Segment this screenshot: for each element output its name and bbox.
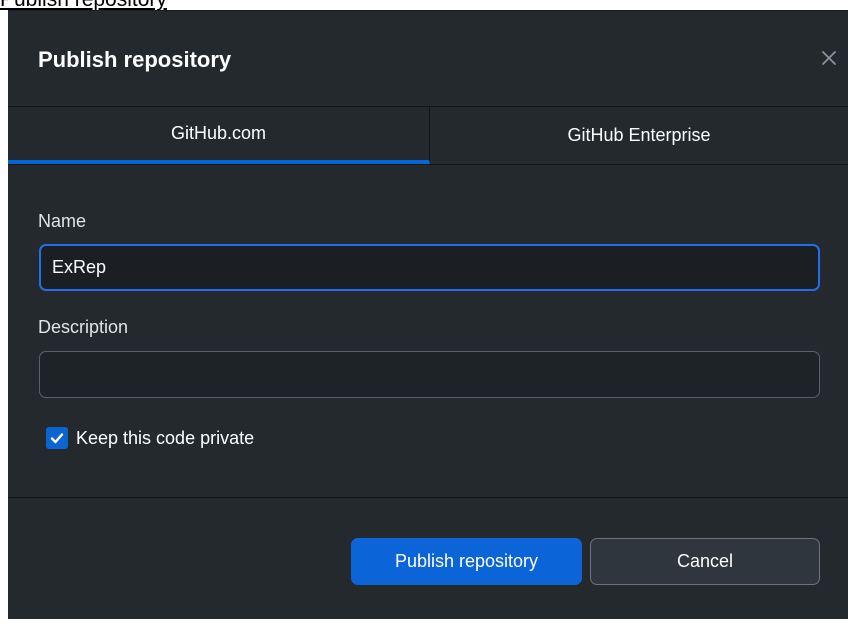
keep-private-label: Keep this code private [76,427,255,448]
close-icon [822,51,836,65]
publish-repository-button[interactable]: Publish repository [351,538,582,585]
cancel-button[interactable]: Cancel [590,538,820,585]
publish-repository-dialog: Publish repository GitHub.com GitHub Ent… [8,10,848,619]
host-tabs: GitHub.com GitHub Enterprise [8,107,848,165]
tab-github-com[interactable]: GitHub.com [8,107,430,164]
dialog-footer: Publish repository Cancel [8,497,848,620]
name-label: Name [38,211,87,231]
keep-private-checkbox-row[interactable]: Keep this code private [46,427,254,449]
description-input[interactable] [39,351,820,398]
checkmark-icon [50,433,64,444]
dialog-header: Publish repository [8,11,848,107]
dialog-title: Publish repository [38,47,232,72]
close-button[interactable] [816,45,842,71]
name-input[interactable] [39,244,820,291]
tab-github-enterprise[interactable]: GitHub Enterprise [430,107,848,164]
description-label: Description [38,317,129,337]
keep-private-checkbox[interactable] [46,427,68,449]
